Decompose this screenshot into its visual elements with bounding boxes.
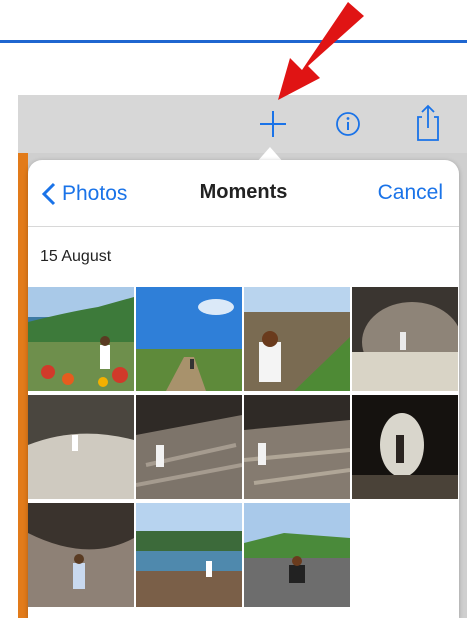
toolbar	[18, 95, 467, 153]
info-icon[interactable]	[331, 107, 365, 141]
top-divider-line	[0, 40, 467, 43]
photo-car-park[interactable]	[244, 503, 350, 607]
share-icon[interactable]	[411, 103, 445, 141]
plus-icon[interactable]	[256, 107, 290, 141]
moments-popover: Photos Moments Cancel 15 August	[28, 160, 459, 618]
photo-rock-ledges[interactable]	[136, 395, 242, 499]
photo-cave-beach[interactable]	[28, 395, 134, 499]
photo-tunnel-light[interactable]	[352, 395, 458, 499]
photo-child-rocks[interactable]	[244, 287, 350, 391]
photo-cave-mouth[interactable]	[352, 287, 458, 391]
photo-rock-overhang[interactable]	[28, 503, 134, 607]
cancel-button[interactable]: Cancel	[378, 181, 443, 205]
red-arrow-annotation	[278, 2, 364, 100]
sidebar-edge	[18, 153, 28, 618]
section-date: 15 August	[40, 248, 112, 265]
photo-grid	[28, 287, 459, 617]
photo-bay-rocks[interactable]	[136, 503, 242, 607]
photo-sky-path[interactable]	[136, 287, 242, 391]
photo-rock-ledges-2[interactable]	[244, 395, 350, 499]
popover-navbar: Photos Moments Cancel	[28, 160, 459, 227]
photo-coast-flowers[interactable]	[28, 287, 134, 391]
